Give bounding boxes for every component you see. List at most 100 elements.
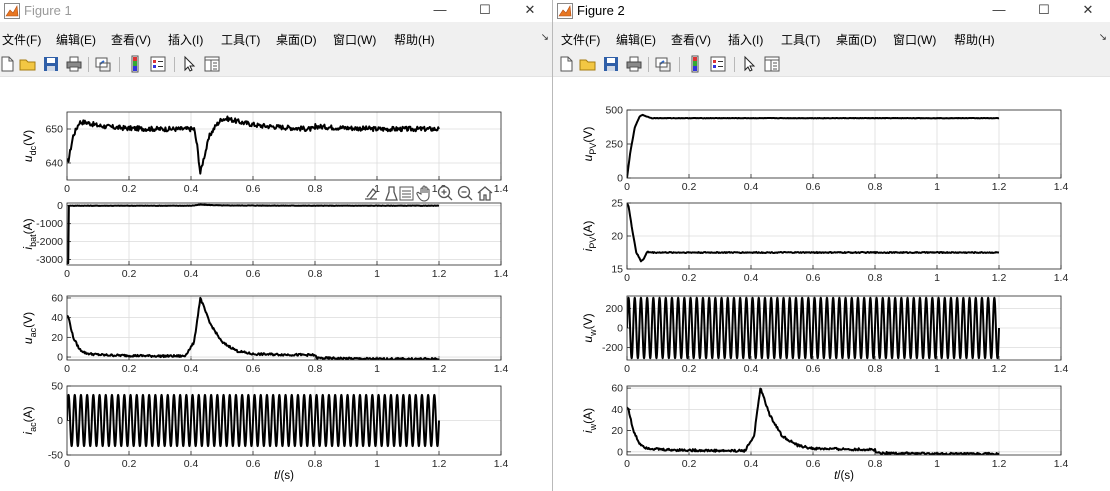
y-axis-label: iw(A) <box>581 408 598 433</box>
tick-label-y: 0 <box>57 352 63 364</box>
tick-label-x: 0.6 <box>246 363 261 375</box>
print-icon[interactable] <box>625 55 643 73</box>
open-folder-icon[interactable] <box>19 55 37 73</box>
menu-insert[interactable]: 插入(I) <box>168 31 203 48</box>
brush-icon[interactable] <box>385 186 398 201</box>
tick-label-x: 0 <box>624 363 630 375</box>
legend-icon[interactable] <box>709 55 727 73</box>
toolbar-separator <box>734 57 735 72</box>
menu-window[interactable]: 窗口(W) <box>893 31 936 48</box>
tick-label-x: 0 <box>64 268 70 280</box>
property-inspector-icon[interactable] <box>763 55 781 73</box>
tick-label-x: 0.2 <box>122 268 137 280</box>
y-label-subscript: dc <box>28 145 38 155</box>
colorbar-icon[interactable] <box>126 55 144 73</box>
figure-window-1: Figure 1 — ☐ ✕ 文件(F) 编辑(E) 查看(V) 插入(I) 工… <box>0 0 553 491</box>
save-icon[interactable] <box>602 55 620 73</box>
pan-icon[interactable] <box>416 185 430 202</box>
menu-help[interactable]: 帮助(H) <box>954 31 995 48</box>
tick-label-x: 0.8 <box>868 363 883 375</box>
tick-label-x: 0.6 <box>246 458 261 470</box>
link-plot-icon[interactable] <box>654 55 672 73</box>
data-tips-icon[interactable] <box>399 186 414 201</box>
zoom-in-icon[interactable] <box>437 185 453 201</box>
close-button[interactable]: ✕ <box>508 0 552 22</box>
menu-tools[interactable]: 工具(T) <box>221 31 260 48</box>
matlab-logo-icon <box>557 3 573 19</box>
tick-label-y: -50 <box>48 450 63 462</box>
link-plot-icon[interactable] <box>94 55 112 73</box>
title-bar[interactable]: Figure 2 — ☐ ✕ <box>553 0 1110 22</box>
menu-insert[interactable]: 插入(I) <box>728 31 763 48</box>
menu-view[interactable]: 查看(V) <box>111 31 151 48</box>
axes-background <box>67 112 501 180</box>
tick-label-y: 60 <box>611 383 623 395</box>
tick-label-x: 0.2 <box>682 458 697 470</box>
tick-label-x: 1.4 <box>494 458 509 470</box>
tick-label-x: 0.6 <box>806 272 821 284</box>
minimize-button[interactable]: — <box>418 0 462 22</box>
menu-view[interactable]: 查看(V) <box>671 31 711 48</box>
matlab-logo-icon <box>4 3 20 19</box>
tick-label-y: 0 <box>617 323 623 335</box>
zoom-out-icon[interactable] <box>457 185 473 201</box>
maximize-button[interactable]: ☐ <box>1022 0 1066 22</box>
export-icon[interactable] <box>365 188 377 200</box>
new-file-icon[interactable] <box>557 55 575 73</box>
menu-file[interactable]: 文件(F) <box>561 31 600 48</box>
tick-label-y: 500 <box>605 105 623 117</box>
title-bar[interactable]: Figure 1 — ☐ ✕ <box>0 0 552 22</box>
new-file-icon[interactable] <box>0 55 16 73</box>
tick-label-y: 40 <box>611 404 623 416</box>
menu-file[interactable]: 文件(F) <box>2 31 41 48</box>
menu-edit[interactable]: 编辑(E) <box>616 31 656 48</box>
tick-label-x: 1.4 <box>1054 272 1069 284</box>
edit-plot-arrow-icon[interactable] <box>180 55 198 73</box>
x-label-unit: /(s) <box>277 470 294 482</box>
legend-icon[interactable] <box>149 55 167 73</box>
tick-label-y: -3000 <box>36 254 63 266</box>
tick-label-y: 0 <box>617 446 623 458</box>
colorbar-icon[interactable] <box>686 55 704 73</box>
menu-desktop[interactable]: 桌面(D) <box>276 31 317 48</box>
dock-arrow-icon[interactable]: ↘ <box>541 32 549 43</box>
print-icon[interactable] <box>65 55 83 73</box>
tick-label-y: 20 <box>611 425 623 437</box>
home-icon[interactable] <box>477 186 493 201</box>
x-axis-label: t/(s) <box>274 470 294 482</box>
tick-label-y: 40 <box>51 312 63 324</box>
y-label-unit: (V) <box>581 313 595 329</box>
edit-plot-arrow-icon[interactable] <box>740 55 758 73</box>
menu-tools[interactable]: 工具(T) <box>781 31 820 48</box>
tick-label-x: 1.4 <box>1054 363 1069 375</box>
menu-bar: 文件(F) 编辑(E) 查看(V) 插入(I) 工具(T) 桌面(D) 窗口(W… <box>553 28 1110 48</box>
property-inspector-icon[interactable] <box>203 55 221 73</box>
toolbar-separator <box>174 57 175 72</box>
axes-background <box>627 386 1061 455</box>
tick-label-x: 0 <box>624 272 630 284</box>
menu-window[interactable]: 窗口(W) <box>333 31 376 48</box>
tick-label-y: -2000 <box>36 236 63 248</box>
axes-toolbar <box>365 185 493 202</box>
menu-edit[interactable]: 编辑(E) <box>56 31 96 48</box>
dock-arrow-icon[interactable]: ↘ <box>1099 32 1107 43</box>
menu-help[interactable]: 帮助(H) <box>394 31 435 48</box>
axes-background <box>67 296 501 360</box>
tick-label-y: 60 <box>51 292 63 304</box>
menu-desktop[interactable]: 桌面(D) <box>836 31 877 48</box>
tick-label-x: 1.4 <box>494 268 509 280</box>
open-folder-icon[interactable] <box>579 55 597 73</box>
save-icon[interactable] <box>42 55 60 73</box>
tick-label-x: 0 <box>624 181 630 193</box>
tick-label-y: -200 <box>602 342 623 354</box>
maximize-button[interactable]: ☐ <box>463 0 507 22</box>
y-label-subscript: PV <box>588 143 598 155</box>
figure-1-axes: 00.20.40.60.811.21.4640650udc(V)00.20.40… <box>21 111 509 482</box>
tick-label-x: 1 <box>374 268 380 280</box>
minimize-button[interactable]: — <box>977 0 1021 22</box>
tick-label-x: 0.6 <box>806 458 821 470</box>
series-line-iac <box>67 393 440 448</box>
tick-label-x: 1.4 <box>1054 181 1069 193</box>
tick-label-x: 0.8 <box>308 458 323 470</box>
close-button[interactable]: ✕ <box>1066 0 1110 22</box>
